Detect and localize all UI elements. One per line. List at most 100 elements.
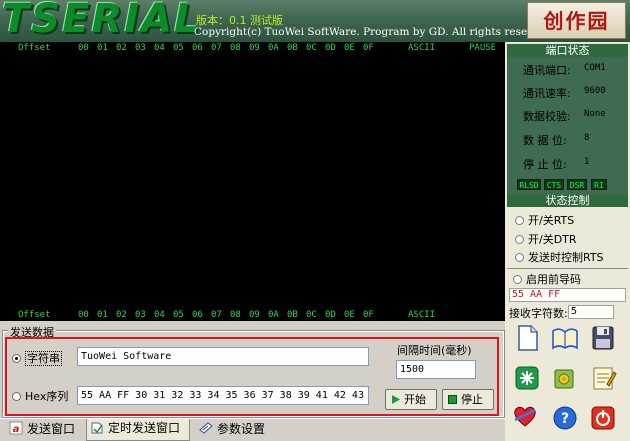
tab-parameter-settings[interactable]: 参数设置 [196, 420, 276, 440]
hex-col: 0C [306, 43, 317, 53]
right-panel: 端口状态 通讯端口: COM1 通讯速率: 9600 数据校验: None 数 据 位… [505, 42, 630, 441]
hex-col: 08 [230, 43, 241, 53]
string-mode-option[interactable]: 字符串 [12, 350, 62, 366]
hex-col: 01 [97, 310, 108, 320]
receive-count-value: 5 [567, 305, 614, 319]
settings-tab-icon [199, 422, 213, 434]
led-dsr: DSR [567, 179, 587, 190]
string-input[interactable]: TuoWei Software [77, 347, 369, 366]
tab-send-window[interactable]: a 发送窗口 [6, 420, 84, 440]
app-logo: TSERIAL [2, 0, 202, 42]
copyright-text: Copyright(c) TuoWei SoftWare. Program by… [194, 26, 555, 38]
hex-col: 0F [363, 43, 374, 53]
port-row-stopbits: 停 止 位: 1 [523, 157, 590, 171]
hex-col: 0A [268, 310, 279, 320]
port-row-port: 通讯端口: COM1 [523, 63, 606, 77]
hex-col: 0B [287, 43, 298, 53]
open-book-icon[interactable] [551, 324, 579, 352]
tab-timed-send-window[interactable]: 定时发送窗口 [86, 419, 190, 441]
bottom-tabs: a 发送窗口 定时发送窗口 参数设置 [0, 418, 505, 441]
settings-gear-icon[interactable] [551, 364, 579, 392]
enable-preamble-option[interactable]: 启用前导码 [513, 271, 581, 286]
hex-col: 08 [230, 310, 241, 320]
hex-col: 07 [211, 43, 222, 53]
hex-col: 03 [135, 310, 146, 320]
hex-col: 01 [97, 43, 108, 53]
ascii-label: ASCII [408, 43, 436, 53]
hex-col: 0E [344, 310, 355, 320]
play-icon [392, 395, 400, 404]
hex-input[interactable]: 55 AA FF 30 31 32 33 34 35 36 37 38 39 4… [77, 386, 369, 405]
radio-icon [12, 392, 21, 401]
toggle-dtr-option[interactable]: 开/关DTR [515, 231, 577, 246]
hex-col: 07 [211, 310, 222, 320]
offset-label: Offset [18, 43, 51, 53]
hex-header-top: Offset 00 01 02 03 04 05 06 07 08 09 0A … [0, 42, 505, 54]
start-button[interactable]: 开始 [385, 389, 437, 410]
receive-count: 接收字符数: 5 [509, 305, 626, 320]
save-disk-icon[interactable] [589, 324, 617, 352]
hex-header-bottom: Offset 00 01 02 03 04 05 06 07 08 09 0A … [0, 309, 505, 321]
port-row-baud: 通讯速率: 9600 [523, 86, 606, 100]
led-cts: CTS [544, 179, 564, 190]
new-file-icon[interactable] [513, 324, 541, 352]
status-control-title: 状态控制 [507, 195, 628, 207]
status-control-box: 开/关RTS 开/关DTR 发送时控制RTS [507, 208, 628, 268]
led-ri: RI [591, 179, 607, 190]
hex-col: 04 [154, 43, 165, 53]
svg-text:a: a [13, 424, 20, 435]
hex-col: 0D [325, 310, 336, 320]
radio-icon [515, 235, 524, 244]
radio-checked-icon [12, 354, 21, 363]
ascii-label: ASCII [408, 310, 436, 320]
brand-logo: 创作园 [527, 2, 626, 39]
hex-col: 05 [173, 43, 184, 53]
edit-note-icon[interactable] [589, 364, 617, 392]
connect-icon[interactable] [513, 364, 541, 392]
radio-icon [513, 275, 522, 284]
hex-col: 00 [78, 310, 89, 320]
stop-button[interactable]: 停止 [442, 389, 494, 410]
port-row-databits: 数 据 位: 8 [523, 133, 590, 147]
hex-col: 09 [249, 43, 260, 53]
preamble-input[interactable]: 55 AA FF [509, 288, 626, 302]
port-status-box: 通讯端口: COM1 通讯速率: 9600 数据校验: None 数 据 位: 8 停 … [507, 57, 628, 221]
port-status-title: 端口状态 [507, 44, 628, 57]
hex-col: 0F [363, 310, 374, 320]
interval-input[interactable]: 1500 [396, 360, 476, 379]
led-rlsd: RLSD [517, 179, 541, 190]
hex-col: 0C [306, 310, 317, 320]
send-window-icon: a [9, 421, 23, 435]
hex-col: 06 [192, 310, 203, 320]
timed-send-icon [91, 422, 103, 434]
app-header: TSERIAL 版本：0.1 测试版 Copyright(c) TuoWei S… [0, 0, 630, 42]
hex-col: 05 [173, 310, 184, 320]
pause-button[interactable]: PAUSE [469, 42, 496, 54]
hex-mode-option[interactable]: Hex序列 [12, 388, 68, 403]
hex-col: 0E [344, 43, 355, 53]
hex-col: 02 [116, 43, 127, 53]
about-heart-icon[interactable] [511, 402, 539, 430]
radio-icon [515, 253, 524, 262]
hex-col: 02 [116, 310, 127, 320]
svg-text:?: ? [561, 411, 569, 427]
send-control-rts-option[interactable]: 发送时控制RTS [515, 249, 604, 264]
hex-col: 04 [154, 310, 165, 320]
toggle-rts-option[interactable]: 开/关RTS [515, 212, 574, 227]
hex-col: 0B [287, 310, 298, 320]
divider [507, 268, 628, 269]
hex-col: 00 [78, 43, 89, 53]
offset-label: Offset [18, 310, 51, 320]
receive-display[interactable] [0, 54, 505, 309]
hex-col: 0D [325, 43, 336, 53]
hex-col: 0A [268, 43, 279, 53]
hex-col: 09 [249, 310, 260, 320]
interval-label: 间隔时间(毫秒) [397, 344, 472, 357]
help-icon[interactable]: ? [551, 404, 579, 432]
radio-icon [515, 216, 524, 225]
stop-icon [448, 395, 457, 404]
port-row-parity: 数据校验: None [523, 109, 606, 123]
hex-col: 03 [135, 43, 146, 53]
hex-col: 06 [192, 43, 203, 53]
power-exit-icon[interactable] [589, 404, 617, 432]
